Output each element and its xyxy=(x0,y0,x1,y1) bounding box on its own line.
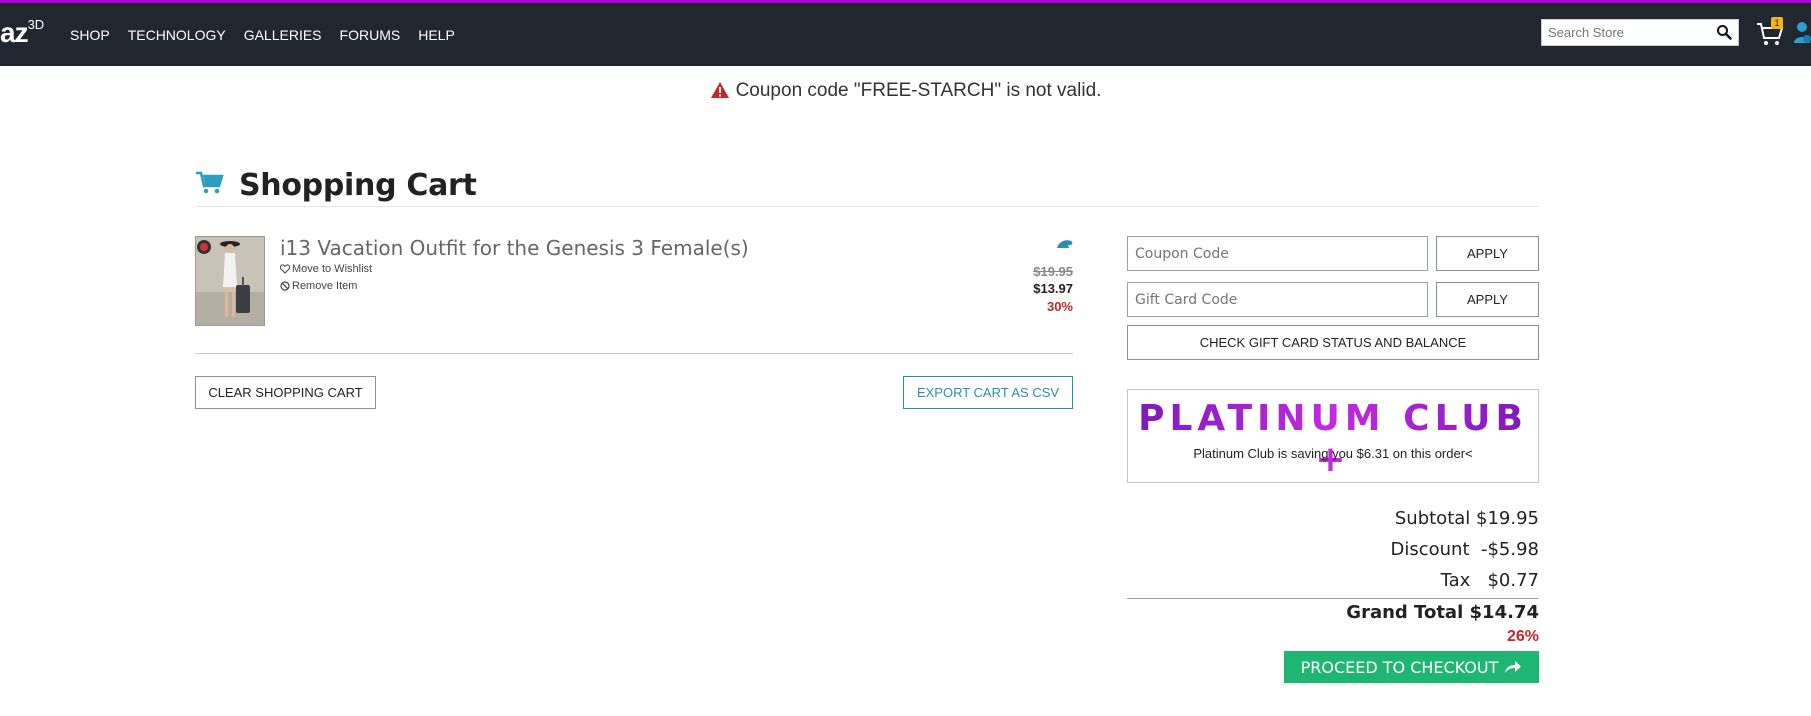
heart-icon xyxy=(279,264,291,274)
alert-message: Coupon code "FREE-STARCH" is not valid. xyxy=(735,80,1102,101)
clear-cart-button[interactable]: CLEAR SHOPPING CART xyxy=(195,376,376,409)
coupon-code-input[interactable] xyxy=(1127,236,1428,271)
cart-count-badge: 1 xyxy=(1771,17,1783,29)
user-account-icon[interactable] xyxy=(1794,21,1811,47)
export-csv-button[interactable]: EXPORT CART AS CSV xyxy=(903,376,1073,409)
sale-price: $13.97 xyxy=(1033,281,1073,296)
logo-text: az xyxy=(0,17,29,48)
savings-percent: 26% xyxy=(1506,628,1539,645)
tax-label: Tax xyxy=(1440,570,1471,591)
platinum-savings-text: Platinum Club is saving you $6.31 on thi… xyxy=(1193,446,1473,461)
coupon-error-alert: Coupon code "FREE-STARCH" is not valid. xyxy=(0,80,1811,102)
check-gift-card-button[interactable]: CHECK GIFT CARD STATUS AND BALANCE xyxy=(1127,325,1539,360)
original-price: $19.95 xyxy=(1033,264,1073,279)
subtotal-value: $19.95 xyxy=(1476,508,1539,529)
daz-logo[interactable]: az3D xyxy=(0,17,44,49)
apply-coupon-button[interactable]: APPLY xyxy=(1436,236,1539,271)
daz-dragon-icon xyxy=(1057,240,1073,248)
proceed-to-checkout-button[interactable]: PROCEED TO CHECKOUT xyxy=(1284,651,1539,683)
cart-divider xyxy=(195,353,1073,354)
main-nav: SHOP TECHNOLOGY GALLERIES FORUMS HELP xyxy=(70,27,473,43)
product-name[interactable]: i13 Vacation Outfit for the Genesis 3 Fe… xyxy=(280,236,749,260)
subtotal-label: Subtotal xyxy=(1394,508,1471,529)
summary-divider xyxy=(1127,598,1539,599)
ban-icon xyxy=(280,281,290,291)
platinum-club-box: PLATINUM CLUB + Platinum Club is saving … xyxy=(1127,389,1539,483)
product-image xyxy=(196,237,264,325)
share-arrow-icon xyxy=(1505,661,1522,673)
nav-shop[interactable]: SHOP xyxy=(70,27,110,43)
grand-total-row: Grand Total $14.74 xyxy=(1346,602,1539,623)
checkout-label: PROCEED TO CHECKOUT xyxy=(1300,657,1499,677)
wishlist-label: Move to Wishlist xyxy=(292,263,373,275)
remove-label: Remove Item xyxy=(292,280,358,292)
grand-total-value: $14.74 xyxy=(1469,602,1539,623)
remove-item-link[interactable]: Remove Item xyxy=(280,280,357,292)
move-to-wishlist-link[interactable]: Move to Wishlist xyxy=(279,263,373,275)
product-thumbnail[interactable] xyxy=(195,236,265,326)
nav-technology[interactable]: TECHNOLOGY xyxy=(128,27,226,43)
gift-card-input[interactable] xyxy=(1127,282,1428,317)
search-box xyxy=(1541,19,1739,46)
page-title: Shopping Cart xyxy=(239,168,477,203)
platinum-club-logo: PLATINUM CLUB + xyxy=(1128,398,1538,480)
discount-label: Discount xyxy=(1390,539,1470,560)
tax-value: $0.77 xyxy=(1487,570,1539,591)
warning-icon xyxy=(710,82,729,98)
grand-total-label: Grand Total xyxy=(1346,602,1464,623)
subtotal-row: Subtotal $19.95 xyxy=(1395,508,1539,529)
nav-help[interactable]: HELP xyxy=(418,27,455,43)
apply-gift-card-button[interactable]: APPLY xyxy=(1436,282,1539,317)
top-nav: az3D SHOP TECHNOLOGY GALLERIES FORUMS HE… xyxy=(0,3,1811,66)
logo-sup: 3D xyxy=(27,16,45,32)
search-icon[interactable] xyxy=(1716,24,1732,40)
nav-forums[interactable]: FORUMS xyxy=(340,27,401,43)
shopping-cart-icon xyxy=(196,171,224,194)
discount-row: Discount -$5.98 xyxy=(1390,539,1539,560)
nav-galleries[interactable]: GALLERIES xyxy=(244,27,322,43)
discount-value: -$5.98 xyxy=(1480,539,1539,560)
cart-title-row: Shopping Cart xyxy=(195,168,1539,207)
search-input[interactable] xyxy=(1542,20,1714,45)
tax-row: Tax $0.77 xyxy=(1441,570,1539,591)
discount-percent: 30% xyxy=(1046,299,1073,314)
